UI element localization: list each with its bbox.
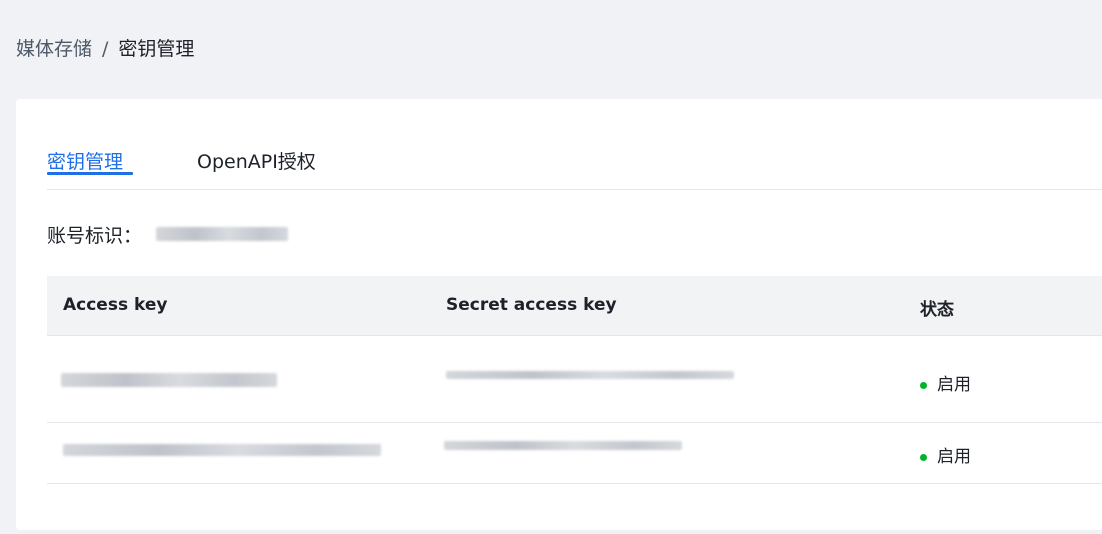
table-row: 启用 xyxy=(47,423,1102,484)
key-table: Access key Secret access key 状态 启用 启用 xyxy=(47,276,1102,484)
column-header-status: 状态 xyxy=(920,300,954,320)
column-header-access-key: Access key xyxy=(63,295,168,315)
status-cell: 启用 xyxy=(920,442,971,467)
tab-key-management[interactable]: 密钥管理 xyxy=(47,147,133,175)
content-card: 密钥管理 OpenAPI授权 账号标识： Access key Secret a… xyxy=(16,99,1102,530)
tab-openapi-auth-label: OpenAPI授权 xyxy=(197,151,316,173)
access-key-value-redacted xyxy=(63,444,381,456)
account-id-value-redacted xyxy=(156,227,288,241)
tab-bar: 密钥管理 OpenAPI授权 xyxy=(47,147,1102,190)
tab-key-management-label: 密钥管理 xyxy=(47,151,124,173)
status-text: 启用 xyxy=(937,375,971,395)
breadcrumb-current: 密钥管理 xyxy=(118,38,195,60)
secret-key-value-redacted xyxy=(444,441,682,450)
breadcrumb: 媒体存储 / 密钥管理 xyxy=(16,34,194,61)
column-header-secret-key: Secret access key xyxy=(446,295,617,315)
account-id-label: 账号标识： xyxy=(47,225,143,247)
secret-key-value-redacted xyxy=(446,371,734,379)
status-cell: 启用 xyxy=(920,370,971,395)
table-row: 启用 xyxy=(47,336,1102,423)
status-enabled-dot-icon xyxy=(920,381,927,389)
tab-openapi-auth[interactable]: OpenAPI授权 xyxy=(197,147,316,174)
status-text: 启用 xyxy=(937,447,971,467)
access-key-value-redacted xyxy=(61,373,277,387)
active-tab-indicator xyxy=(47,172,133,175)
breadcrumb-separator: / xyxy=(102,38,109,60)
breadcrumb-parent[interactable]: 媒体存储 xyxy=(16,38,92,60)
status-enabled-dot-icon xyxy=(920,453,927,461)
table-header: Access key Secret access key 状态 xyxy=(47,276,1102,336)
